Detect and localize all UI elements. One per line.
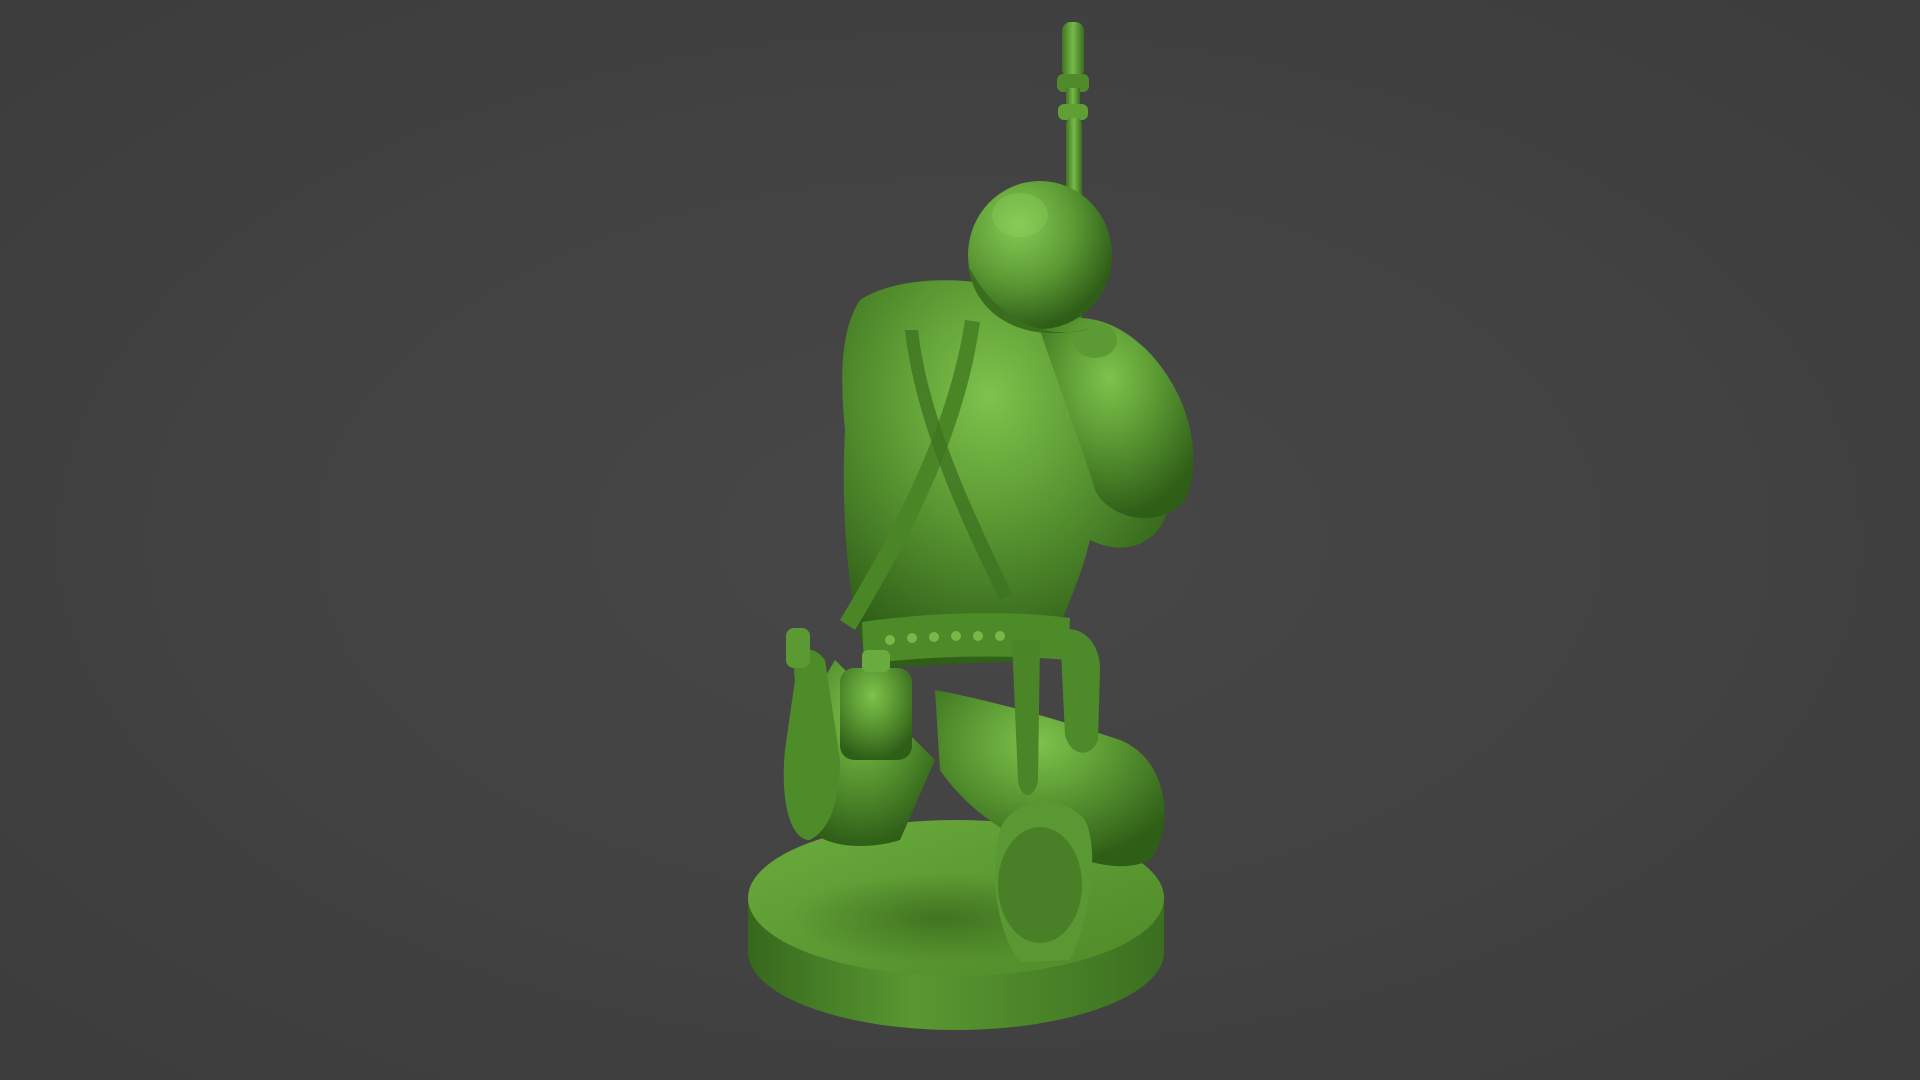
soldier-figurine-render: [748, 22, 1194, 1030]
render-viewport: [0, 0, 1920, 1080]
